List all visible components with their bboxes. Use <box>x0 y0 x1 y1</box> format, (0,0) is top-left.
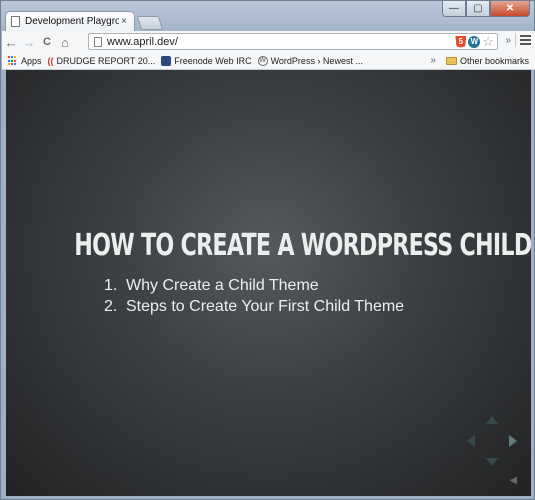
wordpress-icon[interactable]: W <box>468 35 481 48</box>
drudge-icon: (( <box>47 56 54 66</box>
html5-icon[interactable]: 5 <box>455 35 467 48</box>
nav-left-arrow-icon[interactable] <box>467 435 475 447</box>
toolbar-divider <box>515 33 516 47</box>
toolbar-right: » <box>505 33 531 47</box>
list-item: 1. Why Create a Child Theme <box>104 275 404 296</box>
folder-icon <box>445 56 457 65</box>
wordpress-icon: W <box>257 56 268 66</box>
tab-title: Development Playground <box>25 16 119 27</box>
page-icon <box>94 36 102 47</box>
bookmarks-right: » Other bookmarks <box>430 55 529 66</box>
list-item-text: Steps to Create Your First Child Theme <box>126 298 405 315</box>
browser-toolbar: ← → C ⌂ 5 W ☆ » <box>2 31 535 54</box>
window-controls: — ▢ ✕ <box>442 1 530 17</box>
reload-button[interactable]: C <box>38 33 56 51</box>
slide-navigation <box>467 416 517 466</box>
new-tab-button[interactable] <box>136 16 164 30</box>
tab-development-playground[interactable]: Development Playground × <box>5 11 135 31</box>
nav-right-arrow-icon[interactable] <box>509 435 517 447</box>
address-bar[interactable]: 5 W ☆ <box>88 33 498 50</box>
list-item: 2. Steps to Create Your First Child Them… <box>104 296 404 317</box>
bookmarks-bar: Apps (( DRUDGE REPORT 20... Freenode Web… <box>2 53 535 70</box>
bookmark-label: DRUDGE REPORT 20... <box>56 56 156 66</box>
maximize-button[interactable]: ▢ <box>466 1 490 17</box>
bookmark-label: Apps <box>21 56 42 66</box>
bookmark-wordpress[interactable]: W WordPress › Newest ... <box>257 56 363 66</box>
slide-list: 1. Why Create a Child Theme 2. Steps to … <box>104 275 404 317</box>
bookmark-label: Freenode Web IRC <box>174 56 252 66</box>
list-item-text: Why Create a Child Theme <box>126 277 319 294</box>
browser-window: Development Playground × — ▢ ✕ ← → C ⌂ 5… <box>0 0 535 500</box>
extensions-overflow-icon[interactable]: » <box>505 35 511 46</box>
irc-icon <box>161 56 172 66</box>
slide-menu-icon[interactable]: ◀ <box>509 475 517 486</box>
other-bookmarks[interactable]: Other bookmarks <box>445 55 529 66</box>
menu-icon[interactable] <box>520 35 531 45</box>
list-item-number: 1. <box>104 277 118 294</box>
url-input[interactable] <box>107 35 456 48</box>
nav-up-arrow-icon[interactable] <box>486 416 498 424</box>
omnibox-icons: 5 W ☆ <box>455 34 494 50</box>
home-button[interactable]: ⌂ <box>56 33 74 51</box>
minimize-button[interactable]: — <box>442 1 466 17</box>
bookmarks-overflow-icon[interactable]: » <box>430 55 436 66</box>
back-button[interactable]: ← <box>2 33 20 51</box>
list-item-number: 2. <box>104 298 118 315</box>
bookmark-freenode[interactable]: Freenode Web IRC <box>161 56 252 66</box>
nav-down-arrow-icon[interactable] <box>486 458 498 466</box>
bookmark-star-icon[interactable]: ☆ <box>482 34 494 50</box>
close-window-button[interactable]: ✕ <box>490 1 530 17</box>
apps-grid-icon <box>8 56 18 66</box>
tab-close-icon[interactable]: × <box>119 16 129 27</box>
other-bookmarks-label: Other bookmarks <box>459 55 529 66</box>
bookmark-label: WordPress › Newest ... <box>270 56 363 66</box>
bookmark-drudge[interactable]: (( DRUDGE REPORT 20... <box>48 56 156 66</box>
bookmark-apps[interactable]: Apps <box>8 56 42 66</box>
page-viewport: How to Create a WordPress Child Theme 1.… <box>6 70 531 496</box>
document-icon <box>11 16 20 27</box>
tab-strip: Development Playground × — ▢ ✕ <box>1 1 535 31</box>
forward-button[interactable]: → <box>20 33 38 51</box>
slide-title: How to Create a WordPress Child Theme <box>74 228 531 263</box>
